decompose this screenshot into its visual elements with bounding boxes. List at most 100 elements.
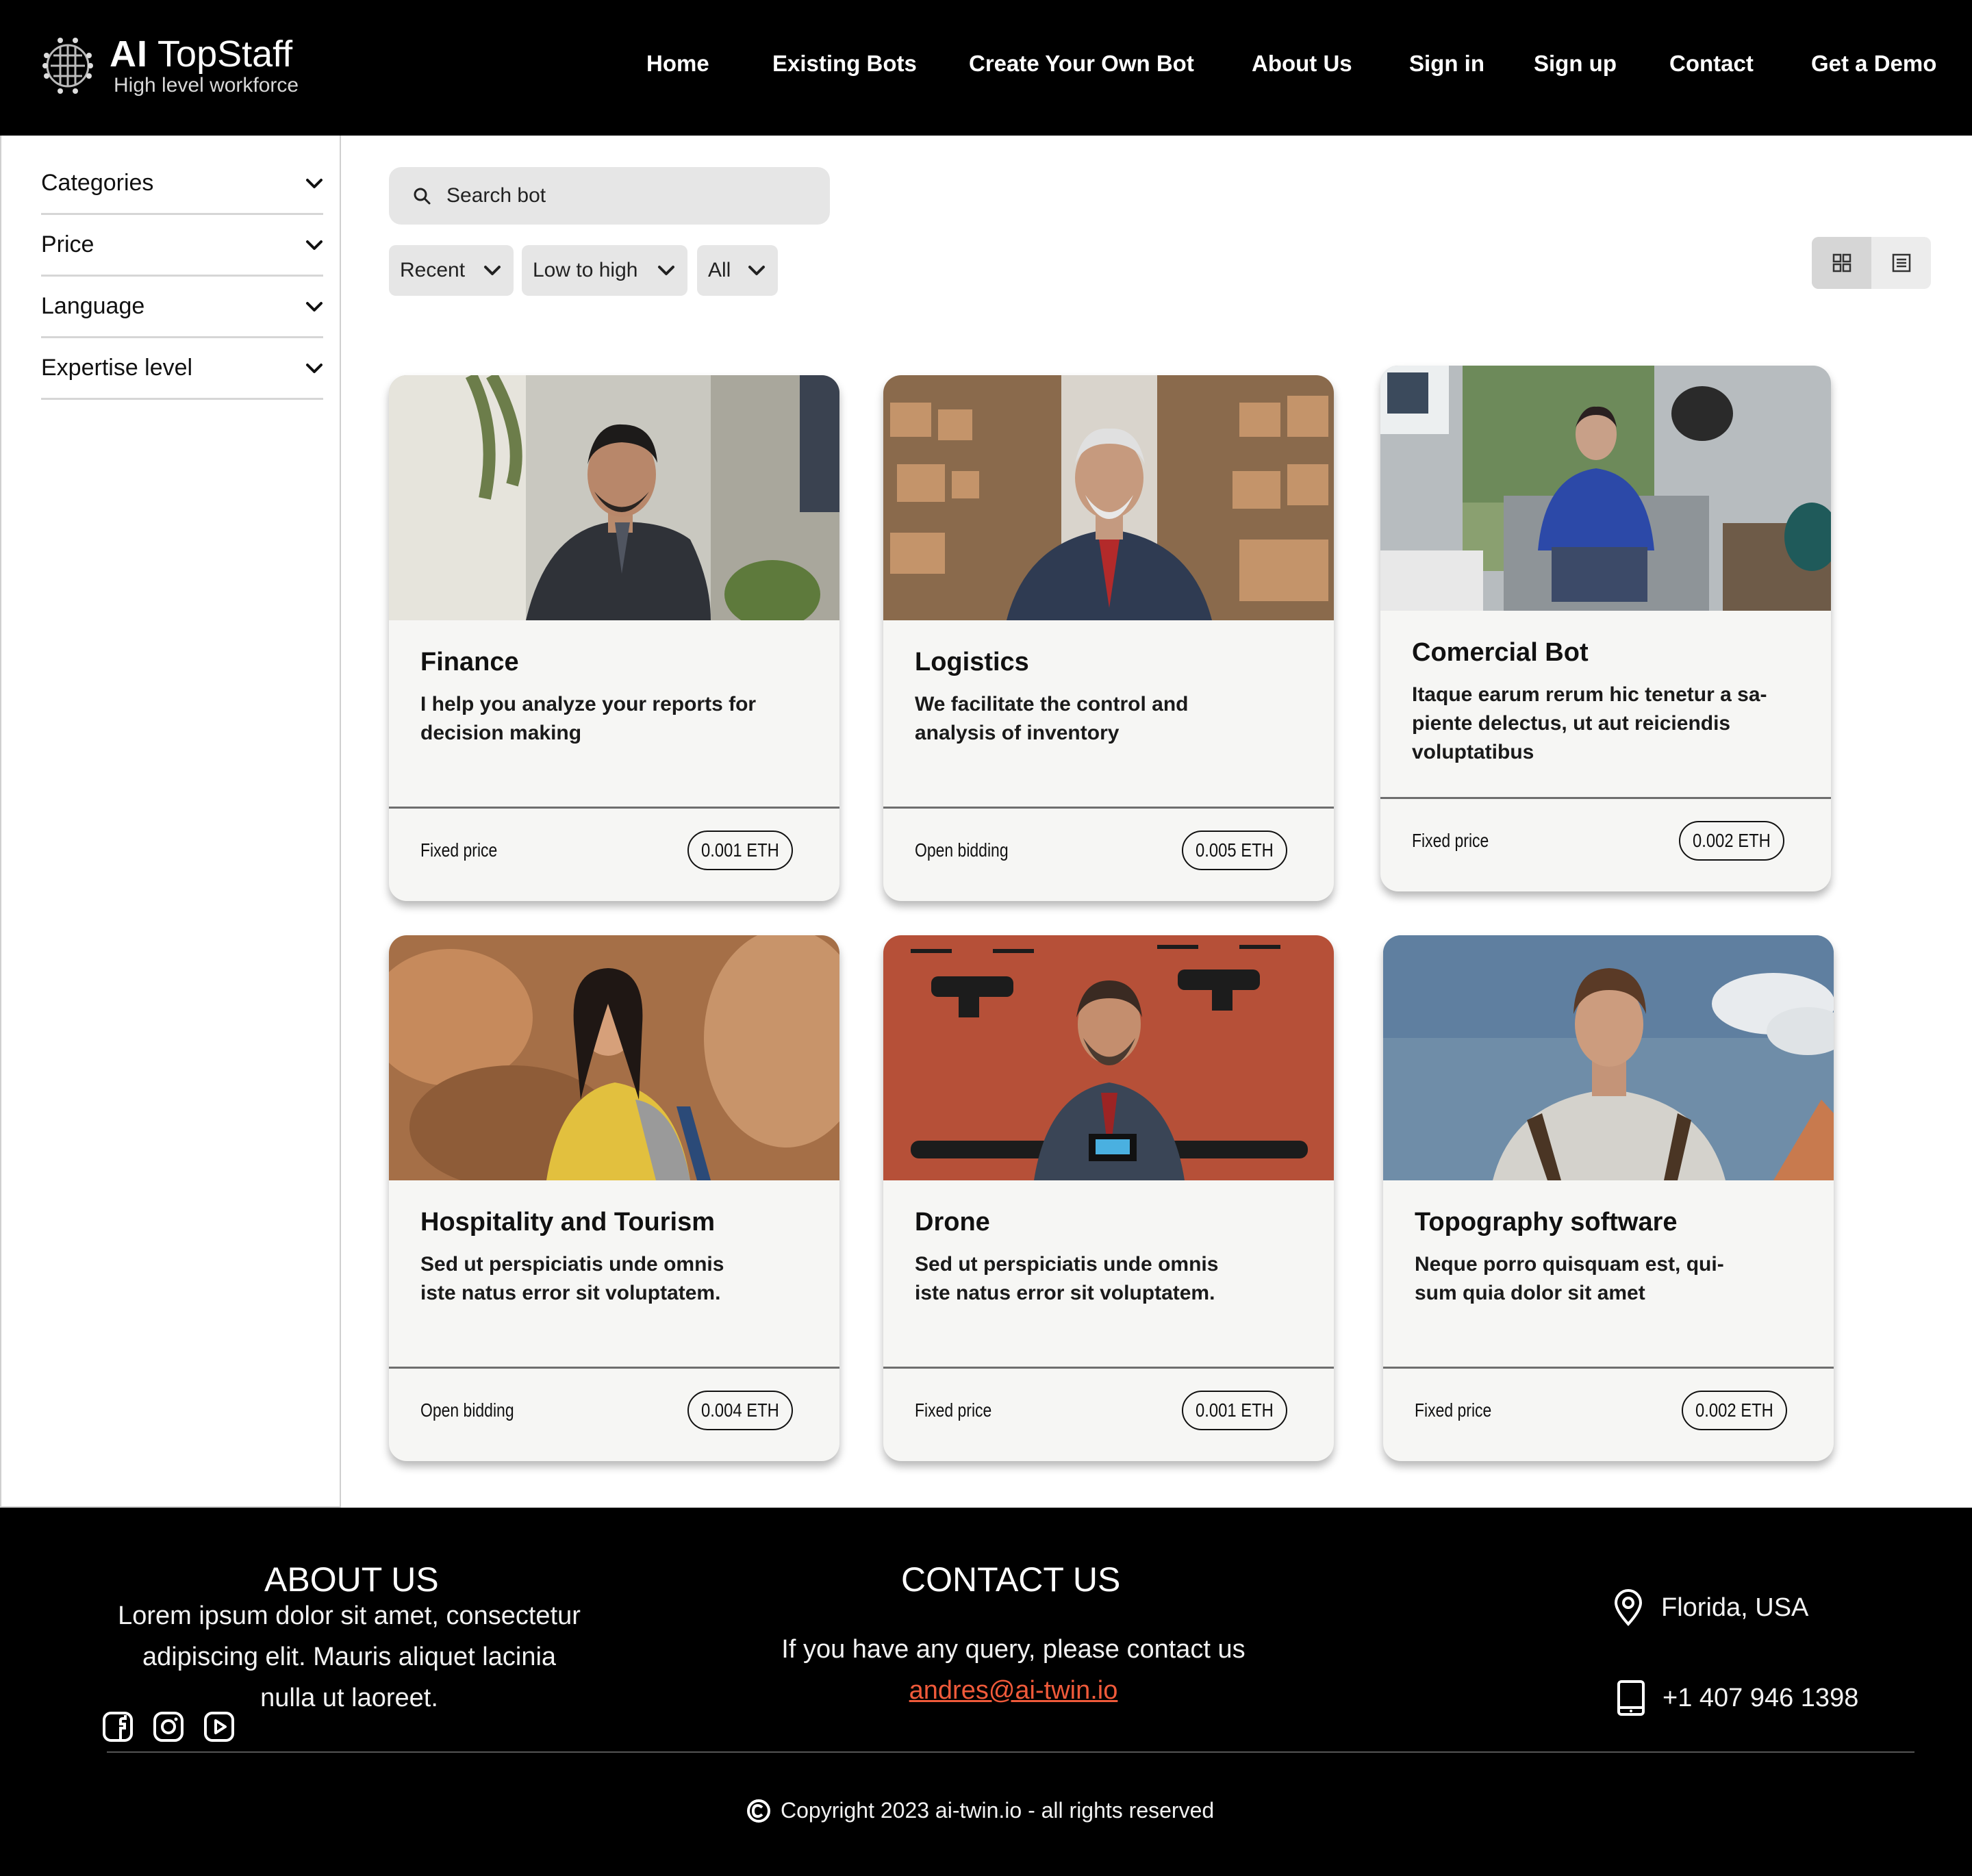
brain-chip-icon xyxy=(42,38,93,94)
chevron-down-icon xyxy=(484,266,501,275)
bot-card-description: Itaque earum rerum hic tenetur a sa- pie… xyxy=(1412,681,1795,767)
bot-photo xyxy=(1380,366,1831,611)
search-input[interactable]: Search bot xyxy=(389,167,830,225)
footer-about-text: Lorem ipsum dolor sit amet, consectetur … xyxy=(110,1595,589,1719)
price-value: 0.005 ETH xyxy=(1196,839,1274,861)
bot-card-finance[interactable]: Finance I help you analyze your reports … xyxy=(389,375,839,901)
desc-line: sum quia dolor sit amet xyxy=(1415,1282,1645,1304)
search-placeholder: Search bot xyxy=(446,184,546,207)
footer-copyright: Copyright 2023 ai-twin.io - all rights r… xyxy=(746,1798,1214,1823)
footer-about-heading: ABOUT US xyxy=(264,1560,439,1599)
price-badge[interactable]: 0.001 ETH xyxy=(687,831,793,870)
desc-line: Neque porro quisquam est, qui- xyxy=(1415,1253,1724,1276)
pricing-type: Fixed price xyxy=(420,839,498,861)
bot-card-title: Hospitality and Tourism xyxy=(420,1208,716,1237)
facebook-icon[interactable] xyxy=(101,1710,134,1743)
footer-phone: +1 407 946 1398 xyxy=(1616,1679,1858,1717)
price-badge[interactable]: 0.002 ETH xyxy=(1682,1391,1787,1430)
bot-card-title: Topography software xyxy=(1415,1208,1678,1237)
card-divider xyxy=(1383,1367,1834,1369)
contact-email-link[interactable]: andres@ai-twin.io xyxy=(753,1676,1274,1706)
bot-photo xyxy=(1383,935,1834,1180)
chevron-down-icon xyxy=(306,178,323,188)
card-divider xyxy=(883,807,1334,809)
dropdown-value: Low to high xyxy=(533,259,638,281)
filter-label: Price xyxy=(41,231,94,257)
filter-sidebar: Categories Price Language Expertise leve… xyxy=(0,136,341,1508)
filter-expertise[interactable]: Expertise level xyxy=(41,338,323,400)
grid-view-button[interactable] xyxy=(1812,237,1871,289)
desc-line: analysis of inventory xyxy=(915,722,1120,744)
bot-card-title: Comercial Bot xyxy=(1412,638,1589,667)
bot-card-description: Sed ut perspiciatis unde omnis iste natu… xyxy=(420,1250,804,1308)
desc-line: decision making xyxy=(420,722,582,744)
desc-line: iste natus error sit voluptatem. xyxy=(915,1282,1215,1304)
price-badge[interactable]: 0.004 ETH xyxy=(687,1391,793,1430)
nav-contact[interactable]: Contact xyxy=(1669,51,1754,77)
brand-title: AI TopStaff xyxy=(110,34,299,74)
bot-card-logistics[interactable]: Logistics We facilitate the control and … xyxy=(883,375,1334,901)
instagram-icon[interactable] xyxy=(152,1710,185,1743)
footer-divider xyxy=(107,1751,1914,1753)
grid-icon xyxy=(1832,253,1851,272)
price-badge[interactable]: 0.005 ETH xyxy=(1182,831,1287,870)
price-value: 0.001 ETH xyxy=(1196,1399,1274,1421)
desc-line: piente delectus, ut aut reiciendis xyxy=(1412,712,1731,735)
about-line: Lorem ipsum dolor sit amet, consectetur xyxy=(118,1601,581,1630)
nav-sign-in[interactable]: Sign in xyxy=(1409,51,1484,77)
footer-location: Florida, USA xyxy=(1612,1588,1808,1627)
nav-sign-up[interactable]: Sign up xyxy=(1534,51,1617,77)
sort-price-dropdown[interactable]: Low to high xyxy=(522,245,687,296)
card-divider xyxy=(389,1367,839,1369)
brand-title-bold: AI xyxy=(110,34,148,75)
chevron-down-icon xyxy=(658,266,674,275)
copyright-text: Copyright 2023 ai-twin.io - all rights r… xyxy=(781,1798,1215,1823)
nav-existing-bots[interactable]: Existing Bots xyxy=(772,51,917,77)
filter-label: Language xyxy=(41,293,145,319)
site-footer: ABOUT US Lorem ipsum dolor sit amet, con… xyxy=(0,1508,1972,1876)
brand-logo[interactable]: AI TopStaff High level workforce xyxy=(40,34,299,97)
price-badge[interactable]: 0.002 ETH xyxy=(1679,821,1784,861)
brand-title-rest: TopStaff xyxy=(157,34,293,75)
bot-card-description: Neque porro quisquam est, qui- sum quia … xyxy=(1415,1250,1798,1308)
price-badge[interactable]: 0.001 ETH xyxy=(1182,1391,1287,1430)
desc-line: iste natus error sit voluptatem. xyxy=(420,1282,721,1304)
bot-photo xyxy=(883,935,1334,1180)
chevron-down-icon xyxy=(306,301,323,312)
pricing-type: Open bidding xyxy=(915,839,1009,861)
brand-tagline: High level workforce xyxy=(114,74,299,97)
bot-card-drone[interactable]: Drone Sed ut perspiciatis unde omnis ist… xyxy=(883,935,1334,1461)
view-toggle xyxy=(1812,237,1931,289)
nav-create-bot[interactable]: Create Your Own Bot xyxy=(969,51,1194,77)
desc-line: We facilitate the control and xyxy=(915,693,1189,715)
pricing-type: Fixed price xyxy=(1412,830,1489,851)
nav-get-demo[interactable]: Get a Demo xyxy=(1811,51,1936,77)
sort-recent-dropdown[interactable]: Recent xyxy=(389,245,514,296)
chevron-down-icon xyxy=(748,266,765,275)
bot-card-hospitality[interactable]: Hospitality and Tourism Sed ut perspicia… xyxy=(389,935,839,1461)
dropdown-value: All xyxy=(708,259,731,281)
list-icon xyxy=(1892,253,1910,272)
bot-card-comercial[interactable]: Comercial Bot Itaque earum rerum hic ten… xyxy=(1380,366,1831,891)
bot-card-title: Drone xyxy=(915,1208,990,1237)
location-text: Florida, USA xyxy=(1661,1593,1809,1622)
price-value: 0.004 ETH xyxy=(701,1399,779,1421)
copyright-icon xyxy=(747,1799,770,1823)
pricing-type: Fixed price xyxy=(915,1399,992,1421)
bot-card-title: Finance xyxy=(420,648,519,676)
bot-card-description: I help you analyze your reports for deci… xyxy=(420,690,804,748)
chevron-down-icon xyxy=(306,363,323,373)
desc-line: Sed ut perspiciatis unde omnis xyxy=(420,1253,724,1276)
price-value: 0.002 ETH xyxy=(1695,1399,1773,1421)
nav-about[interactable]: About Us xyxy=(1252,51,1352,77)
list-view-button[interactable] xyxy=(1871,237,1931,289)
filter-categories[interactable]: Categories xyxy=(41,153,323,215)
youtube-icon[interactable] xyxy=(203,1710,236,1743)
filter-language[interactable]: Language xyxy=(41,277,323,338)
filter-price[interactable]: Price xyxy=(41,215,323,277)
about-line: adipiscing elit. Mauris aliquet lacinia xyxy=(142,1643,557,1671)
nav-home[interactable]: Home xyxy=(646,51,709,77)
bot-photo xyxy=(389,935,839,1180)
bot-card-topography[interactable]: Topography software Neque porro quisquam… xyxy=(1383,935,1834,1461)
filter-type-dropdown[interactable]: All xyxy=(697,245,778,296)
